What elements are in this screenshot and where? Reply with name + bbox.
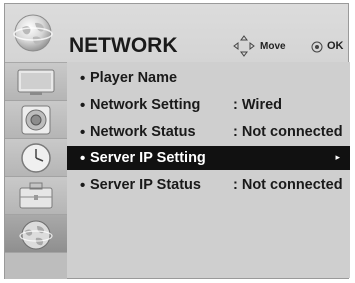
ok-button-icon xyxy=(311,41,323,53)
menu-item-label: Network Status xyxy=(90,124,196,140)
menu-item-value: : Not connected xyxy=(233,124,343,140)
page-title: NETWORK xyxy=(69,34,178,57)
menu-item-value: : Wired xyxy=(233,97,283,113)
bullet: • xyxy=(80,177,86,194)
sidebar-item-audio[interactable] xyxy=(5,101,67,139)
header: NETWORK Move OK xyxy=(5,4,348,62)
globe-icon xyxy=(13,14,53,52)
clock-icon xyxy=(21,143,51,173)
bullet: • xyxy=(80,124,86,141)
menu-item-network-status[interactable]: • Network Status : Not connected xyxy=(67,120,350,144)
menu-item-label: Player Name xyxy=(90,70,178,86)
menu-item-label: Server IP Setting xyxy=(90,150,206,166)
menu-item-player-name[interactable]: • Player Name xyxy=(67,66,350,90)
sidebar-item-network[interactable] xyxy=(5,215,67,253)
move-hint-label: Move xyxy=(260,41,286,52)
bullet: • xyxy=(80,150,86,167)
sidebar-item-picture[interactable] xyxy=(5,63,67,101)
speaker-icon xyxy=(21,105,51,135)
bullet: • xyxy=(80,70,86,87)
sidebar xyxy=(5,62,67,279)
sidebar-item-time[interactable] xyxy=(5,139,67,177)
network-menu: • Player Name • Network Setting : Wired … xyxy=(67,62,350,278)
ok-hint-label: OK xyxy=(327,40,344,52)
menu-item-label: Network Setting xyxy=(90,97,201,113)
menu-item-value: : Not connected xyxy=(233,177,343,193)
settings-window: NETWORK Move OK • Player Name • Network … xyxy=(4,3,350,279)
menu-item-server-ip-status[interactable]: • Server IP Status : Not connected xyxy=(67,173,350,197)
tv-screen-icon xyxy=(17,69,55,95)
menu-item-label: Server IP Status xyxy=(90,177,201,193)
submenu-arrow-icon: ▸ xyxy=(335,152,340,162)
toolbox-icon xyxy=(19,182,53,209)
sidebar-item-tools[interactable] xyxy=(5,177,67,215)
globe-network-icon xyxy=(19,220,53,250)
menu-item-server-ip-setting[interactable]: • Server IP Setting ▸ xyxy=(67,146,350,170)
bullet: • xyxy=(80,97,86,114)
dpad-icon xyxy=(233,35,255,57)
menu-item-network-setting[interactable]: • Network Setting : Wired xyxy=(67,93,350,117)
